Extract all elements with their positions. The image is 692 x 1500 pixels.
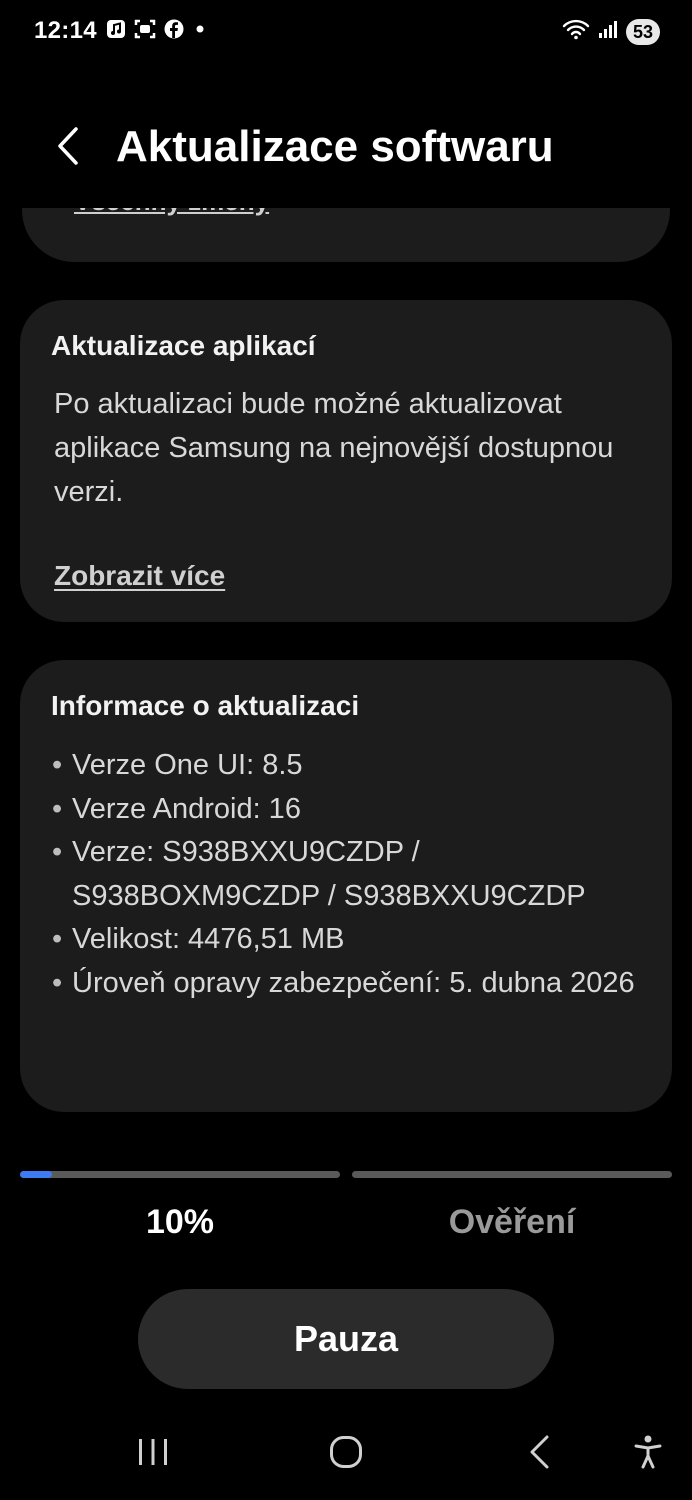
- chevron-left-icon: [55, 126, 81, 171]
- notification-icons: [106, 19, 208, 44]
- verification-progress-bar: [352, 1171, 672, 1178]
- download-progress-bar: [20, 1171, 340, 1178]
- battery-indicator: 53: [625, 18, 660, 45]
- accessibility-button[interactable]: [618, 1424, 678, 1484]
- list-item: Velikost: 4476,51 MB: [52, 918, 652, 962]
- facebook-icon: [164, 19, 184, 44]
- system-icons: 53: [562, 18, 660, 45]
- wifi-icon: [562, 18, 590, 45]
- back-icon: [528, 1435, 552, 1474]
- app-updates-description: Po aktualizaci bude možné aktualizovat a…: [54, 388, 614, 508]
- update-info-title: Informace o aktualizaci: [51, 690, 360, 721]
- list-item: Verze One UI: 8.5: [52, 744, 652, 788]
- list-item: Verze Android: 16: [52, 788, 652, 832]
- home-button[interactable]: [316, 1424, 376, 1484]
- app-updates-card: Aktualizace aplikací Po aktualizaci bude…: [20, 300, 672, 622]
- list-item: Verze: S938BXXU9CZDP / S938BOXM9CZDP / S…: [52, 831, 652, 918]
- status-time: 12:14: [34, 17, 97, 44]
- accessibility-icon: [633, 1434, 663, 1475]
- download-progress-fill: [20, 1171, 52, 1178]
- page-title: Aktualizace softwaru: [116, 122, 554, 171]
- music-app-icon: [106, 19, 126, 44]
- recents-icon: [136, 1437, 170, 1472]
- nav-back-button[interactable]: [510, 1424, 570, 1484]
- app-updates-title: Aktualizace aplikací: [51, 330, 316, 361]
- update-info-list: Verze One UI: 8.5 Verze Android: 16 Verz…: [52, 744, 652, 1005]
- signal-icon: [598, 18, 618, 45]
- download-progress-label: 10%: [145, 1203, 215, 1241]
- update-info-card: Informace o aktualizaci Verze One UI: 8.…: [20, 660, 672, 1112]
- recents-button[interactable]: [123, 1424, 183, 1484]
- home-icon: [329, 1435, 363, 1474]
- back-button[interactable]: [46, 124, 90, 172]
- list-item: Úroveň opravy zabezpečení: 5. dubna 2026: [52, 962, 652, 1006]
- show-more-link[interactable]: Zobrazit více: [54, 560, 225, 592]
- pause-button[interactable]: Pauza: [138, 1289, 554, 1389]
- screen-capture-icon: [134, 19, 156, 44]
- verification-label: Ověření: [448, 1203, 576, 1241]
- dot-icon: [192, 19, 208, 44]
